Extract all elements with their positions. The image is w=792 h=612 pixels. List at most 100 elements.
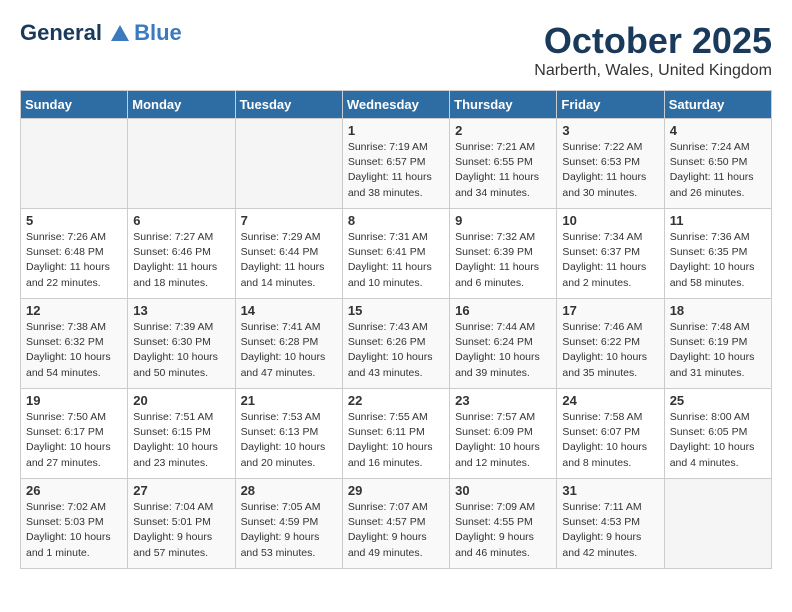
day-number: 29	[348, 483, 444, 498]
day-info: Sunrise: 7:55 AM Sunset: 6:11 PM Dayligh…	[348, 410, 444, 471]
day-info: Sunrise: 7:24 AM Sunset: 6:50 PM Dayligh…	[670, 140, 766, 201]
calendar-table: SundayMondayTuesdayWednesdayThursdayFrid…	[20, 90, 772, 569]
day-info: Sunrise: 7:09 AM Sunset: 4:55 PM Dayligh…	[455, 500, 551, 561]
day-number: 9	[455, 213, 551, 228]
calendar-cell: 1 Sunrise: 7:19 AM Sunset: 6:57 PM Daylig…	[342, 119, 449, 209]
day-number: 30	[455, 483, 551, 498]
day-info: Sunrise: 7:26 AM Sunset: 6:48 PM Dayligh…	[26, 230, 122, 291]
day-number: 2	[455, 123, 551, 138]
day-number: 12	[26, 303, 122, 318]
calendar-cell: 22 Sunrise: 7:55 AM Sunset: 6:11 PM Dayli…	[342, 389, 449, 479]
day-number: 26	[26, 483, 122, 498]
page-header: General Blue October 2025 Narberth, Wale…	[20, 20, 772, 80]
day-number: 22	[348, 393, 444, 408]
calendar-cell: 11 Sunrise: 7:36 AM Sunset: 6:35 PM Dayli…	[664, 209, 771, 299]
calendar-week-row: 19Sunrise: 7:50 AM Sunset: 6:17 PM Dayli…	[21, 389, 772, 479]
day-info: Sunrise: 7:27 AM Sunset: 6:46 PM Dayligh…	[133, 230, 229, 291]
day-info: Sunrise: 7:32 AM Sunset: 6:39 PM Dayligh…	[455, 230, 551, 291]
calendar-cell: 10 Sunrise: 7:34 AM Sunset: 6:37 PM Dayli…	[557, 209, 664, 299]
day-info: Sunrise: 7:36 AM Sunset: 6:35 PM Dayligh…	[670, 230, 766, 291]
day-info: Sunrise: 7:05 AM Sunset: 4:59 PM Dayligh…	[241, 500, 337, 561]
calendar-cell: 23 Sunrise: 7:57 AM Sunset: 6:09 PM Dayli…	[450, 389, 557, 479]
day-info: Sunrise: 7:43 AM Sunset: 6:26 PM Dayligh…	[348, 320, 444, 381]
month-title: October 2025	[534, 20, 772, 62]
weekday-header-saturday: Saturday	[664, 91, 771, 119]
calendar-cell	[21, 119, 128, 209]
logo-blue: Blue	[134, 20, 182, 46]
day-number: 28	[241, 483, 337, 498]
day-info: Sunrise: 7:50 AM Sunset: 6:17 PM Dayligh…	[26, 410, 122, 471]
day-number: 25	[670, 393, 766, 408]
location: Narberth, Wales, United Kingdom	[534, 62, 772, 80]
day-number: 23	[455, 393, 551, 408]
day-info: Sunrise: 7:29 AM Sunset: 6:44 PM Dayligh…	[241, 230, 337, 291]
calendar-cell: 30 Sunrise: 7:09 AM Sunset: 4:55 PM Dayli…	[450, 479, 557, 569]
calendar-cell: 31 Sunrise: 7:11 AM Sunset: 4:53 PM Dayli…	[557, 479, 664, 569]
calendar-cell: 9 Sunrise: 7:32 AM Sunset: 6:39 PM Daylig…	[450, 209, 557, 299]
calendar-cell: 14Sunrise: 7:41 AM Sunset: 6:28 PM Dayli…	[235, 299, 342, 389]
day-info: Sunrise: 7:44 AM Sunset: 6:24 PM Dayligh…	[455, 320, 551, 381]
day-info: Sunrise: 7:58 AM Sunset: 6:07 PM Dayligh…	[562, 410, 658, 471]
day-number: 31	[562, 483, 658, 498]
day-info: Sunrise: 7:53 AM Sunset: 6:13 PM Dayligh…	[241, 410, 337, 471]
day-number: 18	[670, 303, 766, 318]
day-number: 4	[670, 123, 766, 138]
weekday-header-wednesday: Wednesday	[342, 91, 449, 119]
title-block: October 2025 Narberth, Wales, United Kin…	[534, 20, 772, 80]
calendar-cell: 5 Sunrise: 7:26 AM Sunset: 6:48 PM Daylig…	[21, 209, 128, 299]
day-number: 1	[348, 123, 444, 138]
calendar-cell: 6 Sunrise: 7:27 AM Sunset: 6:46 PM Daylig…	[128, 209, 235, 299]
logo-text: General	[20, 21, 132, 45]
calendar-week-row: 1 Sunrise: 7:19 AM Sunset: 6:57 PM Daylig…	[21, 119, 772, 209]
calendar-cell: 18Sunrise: 7:48 AM Sunset: 6:19 PM Dayli…	[664, 299, 771, 389]
day-number: 5	[26, 213, 122, 228]
day-info: Sunrise: 7:51 AM Sunset: 6:15 PM Dayligh…	[133, 410, 229, 471]
day-info: Sunrise: 7:19 AM Sunset: 6:57 PM Dayligh…	[348, 140, 444, 201]
weekday-header-tuesday: Tuesday	[235, 91, 342, 119]
day-info: Sunrise: 7:21 AM Sunset: 6:55 PM Dayligh…	[455, 140, 551, 201]
weekday-header-friday: Friday	[557, 91, 664, 119]
weekday-header-monday: Monday	[128, 91, 235, 119]
calendar-cell: 25Sunrise: 8:00 AM Sunset: 6:05 PM Dayli…	[664, 389, 771, 479]
day-info: Sunrise: 7:57 AM Sunset: 6:09 PM Dayligh…	[455, 410, 551, 471]
day-info: Sunrise: 7:04 AM Sunset: 5:01 PM Dayligh…	[133, 500, 229, 561]
calendar-cell: 19Sunrise: 7:50 AM Sunset: 6:17 PM Dayli…	[21, 389, 128, 479]
day-number: 11	[670, 213, 766, 228]
calendar-cell: 2 Sunrise: 7:21 AM Sunset: 6:55 PM Daylig…	[450, 119, 557, 209]
day-info: Sunrise: 7:38 AM Sunset: 6:32 PM Dayligh…	[26, 320, 122, 381]
calendar-cell: 8 Sunrise: 7:31 AM Sunset: 6:41 PM Daylig…	[342, 209, 449, 299]
calendar-cell: 3 Sunrise: 7:22 AM Sunset: 6:53 PM Daylig…	[557, 119, 664, 209]
calendar-cell: 27 Sunrise: 7:04 AM Sunset: 5:01 PM Dayli…	[128, 479, 235, 569]
day-number: 8	[348, 213, 444, 228]
calendar-cell: 24 Sunrise: 7:58 AM Sunset: 6:07 PM Dayli…	[557, 389, 664, 479]
calendar-cell: 15 Sunrise: 7:43 AM Sunset: 6:26 PM Dayli…	[342, 299, 449, 389]
day-info: Sunrise: 7:46 AM Sunset: 6:22 PM Dayligh…	[562, 320, 658, 381]
calendar-cell: 26Sunrise: 7:02 AM Sunset: 5:03 PM Dayli…	[21, 479, 128, 569]
day-info: Sunrise: 7:31 AM Sunset: 6:41 PM Dayligh…	[348, 230, 444, 291]
logo: General Blue	[20, 20, 182, 46]
calendar-cell: 13Sunrise: 7:39 AM Sunset: 6:30 PM Dayli…	[128, 299, 235, 389]
calendar-cell: 28 Sunrise: 7:05 AM Sunset: 4:59 PM Dayli…	[235, 479, 342, 569]
calendar-cell: 20Sunrise: 7:51 AM Sunset: 6:15 PM Dayli…	[128, 389, 235, 479]
day-number: 10	[562, 213, 658, 228]
day-number: 14	[241, 303, 337, 318]
calendar-cell: 17 Sunrise: 7:46 AM Sunset: 6:22 PM Dayli…	[557, 299, 664, 389]
calendar-week-row: 12 Sunrise: 7:38 AM Sunset: 6:32 PM Dayli…	[21, 299, 772, 389]
day-info: Sunrise: 7:22 AM Sunset: 6:53 PM Dayligh…	[562, 140, 658, 201]
day-number: 24	[562, 393, 658, 408]
day-info: Sunrise: 7:34 AM Sunset: 6:37 PM Dayligh…	[562, 230, 658, 291]
day-info: Sunrise: 7:11 AM Sunset: 4:53 PM Dayligh…	[562, 500, 658, 561]
day-info: Sunrise: 7:39 AM Sunset: 6:30 PM Dayligh…	[133, 320, 229, 381]
day-number: 6	[133, 213, 229, 228]
calendar-cell: 16 Sunrise: 7:44 AM Sunset: 6:24 PM Dayli…	[450, 299, 557, 389]
weekday-header-thursday: Thursday	[450, 91, 557, 119]
day-number: 27	[133, 483, 229, 498]
day-number: 17	[562, 303, 658, 318]
day-number: 3	[562, 123, 658, 138]
calendar-cell	[235, 119, 342, 209]
calendar-cell	[128, 119, 235, 209]
day-number: 21	[241, 393, 337, 408]
day-number: 15	[348, 303, 444, 318]
calendar-week-row: 5 Sunrise: 7:26 AM Sunset: 6:48 PM Daylig…	[21, 209, 772, 299]
day-number: 16	[455, 303, 551, 318]
